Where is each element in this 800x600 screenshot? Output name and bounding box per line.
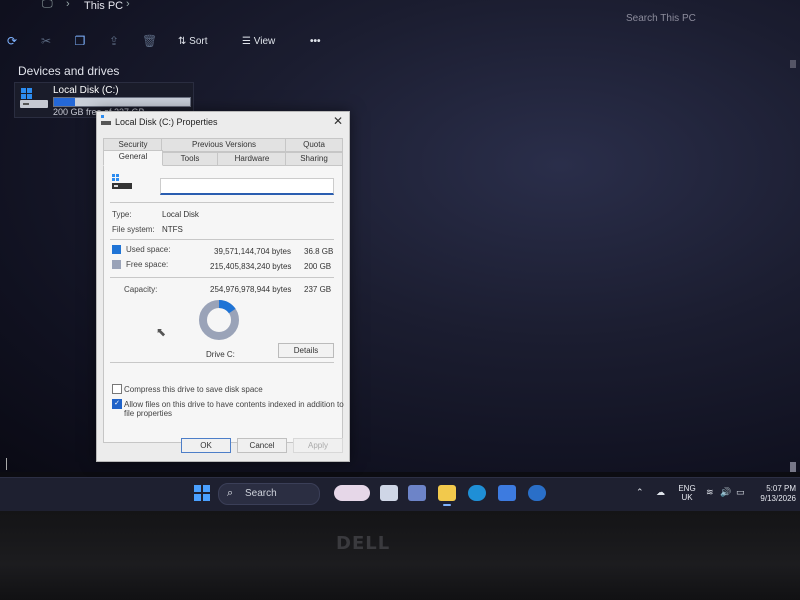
clock-time: 5:07 PM bbox=[766, 484, 796, 493]
view-label: View bbox=[253, 36, 276, 47]
volume-icon[interactable]: 🔊 bbox=[720, 487, 731, 498]
free-space-swatch bbox=[112, 260, 121, 269]
windows-start-icon[interactable] bbox=[194, 485, 210, 501]
battery-icon[interactable]: ▭ bbox=[736, 487, 745, 498]
taskbar-search-label: Search bbox=[245, 488, 277, 499]
drive-label: Drive C: bbox=[206, 350, 235, 359]
search-icon: ⌕ bbox=[227, 487, 234, 499]
tab-quota[interactable]: Quota bbox=[285, 138, 343, 152]
free-space-size: 200 GB bbox=[304, 262, 332, 271]
view-icon: ☰ bbox=[242, 36, 254, 47]
tab-strip: Security Previous Versions Quota General… bbox=[103, 138, 343, 166]
view-button[interactable]: ☰ View bbox=[242, 36, 275, 47]
refresh-icon[interactable]: ⟳ bbox=[6, 35, 18, 47]
sort-label: Sort bbox=[189, 36, 208, 47]
share-icon[interactable]: ⇪ bbox=[108, 35, 120, 47]
used-space-size: 36.8 GB bbox=[304, 247, 334, 256]
file-explorer-icon[interactable] bbox=[438, 485, 456, 506]
drive-icon bbox=[20, 88, 48, 108]
scrollbar-thumb[interactable] bbox=[790, 462, 796, 472]
mouse-cursor-icon: ⬉ bbox=[156, 325, 167, 339]
settings-gear-icon[interactable] bbox=[528, 485, 546, 501]
capacity-label: Capacity: bbox=[124, 285, 158, 294]
address-bar[interactable]: 🖵 › This PC › bbox=[0, 0, 800, 14]
text-caret bbox=[6, 458, 7, 470]
free-space-bytes: 215,405,834,240 bytes bbox=[210, 262, 292, 271]
taskbar: ⌕ Search ⌃ ☁ ENG UK ≋ 🔊 ▭ 5:07 PM 9/13/2… bbox=[0, 477, 800, 511]
wifi-icon[interactable]: ≋ bbox=[706, 487, 714, 498]
divider bbox=[110, 277, 334, 278]
divider bbox=[110, 239, 334, 240]
used-space-label: Used space: bbox=[126, 245, 171, 254]
details-button[interactable]: Details bbox=[278, 343, 334, 358]
cloud-icon[interactable]: ☁ bbox=[656, 487, 665, 498]
used-space-bytes: 39,571,144,704 bytes bbox=[214, 247, 291, 256]
drive-usage-bar bbox=[53, 97, 191, 107]
chat-app-icon[interactable] bbox=[408, 485, 426, 501]
scrollbar-up[interactable] bbox=[790, 60, 796, 68]
language-region: UK bbox=[681, 493, 693, 502]
ok-button[interactable]: OK bbox=[181, 438, 231, 453]
compress-label[interactable]: Compress this drive to save disk space bbox=[124, 385, 263, 394]
taskbar-search[interactable]: ⌕ Search bbox=[218, 483, 320, 505]
disk-usage-donut bbox=[199, 300, 239, 340]
capacity-size: 237 GB bbox=[304, 285, 332, 294]
free-space-label: Free space: bbox=[126, 260, 169, 269]
edge-browser-icon[interactable] bbox=[468, 485, 486, 501]
divider bbox=[110, 362, 334, 363]
sort-icon: ⇅ bbox=[178, 36, 190, 47]
dell-logo: DELL bbox=[336, 533, 391, 554]
devices-section-title: Devices and drives bbox=[18, 64, 120, 78]
store-icon[interactable] bbox=[498, 485, 516, 501]
general-panel: Type: Local Disk File system: NTFS Used … bbox=[103, 165, 344, 443]
chevron-right-icon[interactable]: › bbox=[126, 0, 130, 10]
breadcrumb-this-pc[interactable]: This PC bbox=[84, 0, 123, 12]
index-label-line2[interactable]: file properties bbox=[124, 409, 172, 418]
language-indicator[interactable]: ENG UK bbox=[676, 484, 698, 502]
tab-sharing[interactable]: Sharing bbox=[285, 152, 343, 166]
language-code: ENG bbox=[678, 484, 696, 493]
clock[interactable]: 5:07 PM 9/13/2026 bbox=[756, 484, 796, 504]
tab-previous-versions[interactable]: Previous Versions bbox=[161, 138, 287, 152]
properties-dialog: Local Disk (C:) Properties ✕ Security Pr… bbox=[96, 111, 350, 462]
monitor-icon: 🖵 bbox=[42, 0, 53, 10]
tab-hardware[interactable]: Hardware bbox=[217, 152, 287, 166]
tab-general[interactable]: General bbox=[103, 150, 163, 166]
type-label: Type: bbox=[112, 210, 132, 219]
file-system-value: NTFS bbox=[162, 225, 183, 234]
drive-usage-fill bbox=[54, 98, 76, 106]
sort-button[interactable]: ⇅ Sort bbox=[178, 36, 208, 47]
drive-icon bbox=[112, 174, 132, 189]
laptop-bezel bbox=[0, 511, 800, 600]
drive-icon bbox=[101, 115, 111, 125]
clock-date: 9/13/2026 bbox=[760, 494, 796, 503]
cut-icon[interactable]: ✂ bbox=[40, 35, 52, 47]
copy-icon[interactable]: ❐ bbox=[74, 35, 86, 47]
dialog-title: Local Disk (C:) Properties bbox=[115, 117, 218, 127]
drive-name: Local Disk (C:) bbox=[53, 85, 119, 96]
widget-news-icon[interactable] bbox=[334, 485, 370, 501]
apply-button[interactable]: Apply bbox=[293, 438, 343, 453]
chevron-right-icon: › bbox=[66, 0, 70, 10]
divider bbox=[110, 202, 334, 203]
more-options-button[interactable]: ••• bbox=[310, 36, 321, 47]
cancel-button[interactable]: Cancel bbox=[237, 438, 287, 453]
index-label-line1[interactable]: Allow files on this drive to have conten… bbox=[124, 400, 344, 409]
search-box[interactable]: Search This PC bbox=[626, 13, 696, 24]
capacity-bytes: 254,976,978,944 bytes bbox=[210, 285, 292, 294]
type-value: Local Disk bbox=[162, 210, 199, 219]
chevron-up-icon[interactable]: ⌃ bbox=[636, 487, 644, 498]
close-button[interactable]: ✕ bbox=[333, 114, 343, 128]
delete-icon[interactable]: 🗑 bbox=[142, 35, 157, 47]
compress-checkbox[interactable] bbox=[112, 384, 122, 394]
explorer-toolbar: ⟳ ✂ ❐ ⇪ 🗑 ⇅ Sort ☰ View ••• bbox=[0, 33, 800, 53]
used-space-swatch bbox=[112, 245, 121, 254]
drive-name-input[interactable] bbox=[160, 178, 334, 195]
file-system-label: File system: bbox=[112, 225, 155, 234]
tab-tools[interactable]: Tools bbox=[161, 152, 219, 166]
task-view-icon[interactable] bbox=[380, 485, 398, 501]
index-checkbox[interactable]: ✓ bbox=[112, 399, 122, 409]
